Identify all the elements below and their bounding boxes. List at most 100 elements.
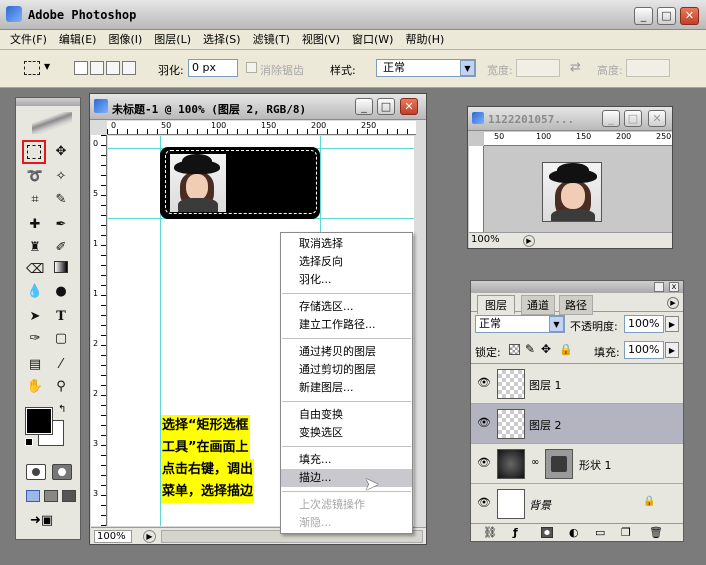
context-menu-item[interactable]: 通过拷贝的图层: [281, 343, 412, 361]
rect-marquee-tool-icon[interactable]: [22, 140, 46, 164]
navigator-titlebar[interactable]: 1122201057... _ □ ✕: [468, 107, 672, 131]
magic-wand-tool-icon[interactable]: ✧: [52, 168, 70, 186]
delete-layer-icon[interactable]: 🗑: [649, 526, 663, 539]
visibility-eye-icon[interactable]: 👁: [477, 496, 491, 510]
screen-mode-full-icon[interactable]: [62, 490, 76, 502]
nav-close-button[interactable]: ✕: [648, 110, 666, 127]
layer-style-icon[interactable]: ƒ: [513, 526, 518, 539]
default-colors-icon[interactable]: [25, 438, 33, 446]
swap-colors-icon[interactable]: ↰: [58, 404, 66, 415]
lock-move-icon[interactable]: ✥: [541, 342, 551, 356]
menu-layer[interactable]: 图层(L): [148, 30, 197, 49]
panel-menu-icon[interactable]: ▶: [667, 297, 679, 309]
new-group-icon[interactable]: ▭: [595, 526, 605, 539]
new-layer-icon[interactable]: ❐: [621, 526, 631, 539]
context-menu-item[interactable]: 描边...: [281, 469, 412, 487]
doc-maximize-button[interactable]: □: [377, 98, 395, 115]
layer-row[interactable]: 👁 图层 2: [471, 404, 683, 444]
brush-tool-icon[interactable]: ✒: [52, 216, 70, 234]
antialias-checkbox[interactable]: [246, 62, 257, 73]
add-selection-icon[interactable]: [90, 61, 104, 75]
layer-row[interactable]: 👁 图层 1: [471, 364, 683, 404]
layer-row[interactable]: 👁 背景 🔒: [471, 484, 683, 523]
dodge-tool-icon[interactable]: ●: [52, 283, 70, 301]
hand-tool-icon[interactable]: ✋: [26, 378, 44, 396]
type-tool-icon[interactable]: T: [52, 308, 70, 326]
path-select-tool-icon[interactable]: ➤: [26, 308, 44, 326]
history-brush-tool-icon[interactable]: ✐: [52, 239, 70, 257]
slice-tool-icon[interactable]: ✎: [52, 191, 70, 209]
lock-transparency-icon[interactable]: [509, 344, 520, 355]
new-selection-icon[interactable]: [74, 61, 88, 75]
blend-mode-dropdown-icon[interactable]: ▼: [549, 316, 564, 332]
tab-paths[interactable]: 路径: [559, 295, 593, 315]
horizontal-ruler[interactable]: 0 50 100 150 200 250: [107, 121, 416, 135]
jump-to-imageready-icon[interactable]: ➜▣: [30, 513, 66, 531]
menu-image[interactable]: 图像(I): [102, 30, 148, 49]
layer-mask-icon[interactable]: [541, 527, 553, 538]
subtract-selection-icon[interactable]: [106, 61, 120, 75]
context-menu-item[interactable]: 存储选区...: [281, 298, 412, 316]
zoom-tool-icon[interactable]: ⚲: [52, 378, 70, 396]
stamp-tool-icon[interactable]: ♜: [26, 239, 44, 257]
status-menu-icon[interactable]: ▶: [143, 530, 156, 543]
nav-status-menu-icon[interactable]: ▶: [523, 235, 535, 247]
lasso-tool-icon[interactable]: ➰: [26, 168, 44, 186]
panel-minimize-icon[interactable]: [654, 282, 664, 292]
lock-paint-icon[interactable]: ✎: [525, 342, 535, 356]
shape-tool-icon[interactable]: ▢: [52, 330, 70, 348]
menu-file[interactable]: 文件(F): [4, 30, 53, 49]
move-tool-icon[interactable]: ✥: [52, 143, 70, 161]
doc-close-button[interactable]: ✕: [400, 98, 418, 115]
layer-row[interactable]: 👁 ∞ 形状 1: [471, 444, 683, 484]
gradient-tool-icon[interactable]: [52, 261, 70, 279]
tab-channels[interactable]: 通道: [521, 295, 555, 315]
eyedropper-tool-icon[interactable]: ⁄: [52, 356, 70, 374]
context-menu-item[interactable]: 选择反向: [281, 253, 412, 271]
context-menu-item[interactable]: 新建图层...: [281, 379, 412, 397]
quickmask-mode-icon[interactable]: [52, 464, 72, 480]
feather-input[interactable]: 0 px: [188, 59, 238, 77]
visibility-eye-icon[interactable]: 👁: [477, 456, 491, 470]
panel-close-icon[interactable]: x: [669, 282, 679, 292]
maximize-button[interactable]: □: [657, 7, 676, 25]
healing-brush-tool-icon[interactable]: ✚: [26, 216, 44, 234]
intersect-selection-icon[interactable]: [122, 61, 136, 75]
menu-help[interactable]: 帮助(H): [399, 30, 450, 49]
crop-tool-icon[interactable]: ⌗: [26, 191, 44, 209]
menu-view[interactable]: 视图(V): [296, 30, 346, 49]
menu-edit[interactable]: 编辑(E): [53, 30, 103, 49]
fill-arrow-icon[interactable]: ▶: [665, 342, 679, 358]
preset-dropdown-arrow-icon[interactable]: ▼: [44, 62, 50, 71]
link-layers-icon[interactable]: ⛓: [483, 526, 497, 539]
pen-tool-icon[interactable]: ✑: [26, 330, 44, 348]
foreground-color-swatch[interactable]: [25, 407, 53, 435]
close-button[interactable]: ✕: [680, 7, 699, 25]
eraser-tool-icon[interactable]: ⌫: [26, 261, 44, 279]
menu-window[interactable]: 窗口(W): [346, 30, 399, 49]
menu-filter[interactable]: 滤镜(T): [247, 30, 296, 49]
marquee-preset-icon[interactable]: [24, 61, 40, 75]
notes-tool-icon[interactable]: ▤: [26, 356, 44, 374]
lock-all-icon[interactable]: 🔒: [559, 343, 573, 356]
context-menu-item[interactable]: 自由变换: [281, 406, 412, 424]
vertical-ruler[interactable]: 0 5 1 1 2 2 3 3: [91, 135, 107, 526]
document-titlebar[interactable]: 未标题-1 @ 100% (图层 2, RGB/8) _ □ ✕: [90, 94, 426, 120]
visibility-eye-icon[interactable]: 👁: [477, 416, 491, 430]
height-input[interactable]: [626, 59, 670, 77]
context-menu-item[interactable]: 通过剪切的图层: [281, 361, 412, 379]
nav-zoom[interactable]: 100%: [471, 234, 500, 245]
tab-layers[interactable]: 图层: [477, 295, 515, 314]
standard-mode-icon[interactable]: [26, 464, 46, 480]
menu-select[interactable]: 选择(S): [197, 30, 247, 49]
nav-minimize-button[interactable]: _: [602, 110, 620, 127]
context-menu-item[interactable]: 取消选择: [281, 235, 412, 253]
context-menu-item[interactable]: 填充...: [281, 451, 412, 469]
nav-maximize-button[interactable]: □: [624, 110, 642, 127]
adjustment-layer-icon[interactable]: ◐: [569, 526, 579, 539]
context-menu-item[interactable]: 羽化...: [281, 271, 412, 289]
opacity-arrow-icon[interactable]: ▶: [665, 316, 679, 332]
doc-zoom[interactable]: 100%: [94, 530, 132, 543]
context-menu-item[interactable]: 变换选区: [281, 424, 412, 442]
visibility-eye-icon[interactable]: 👁: [477, 376, 491, 390]
